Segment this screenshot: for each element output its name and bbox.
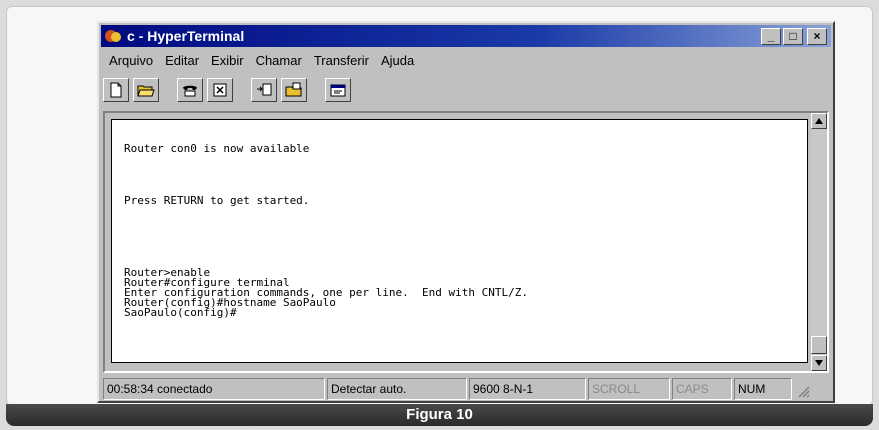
arrow-up-icon: [815, 118, 823, 124]
window-title: c - HyperTerminal: [127, 28, 245, 44]
menu-ajuda[interactable]: Ajuda: [375, 53, 420, 68]
properties-button[interactable]: [325, 78, 351, 102]
resize-grip-icon[interactable]: [794, 378, 812, 400]
terminal-line: Router con0 is now available: [124, 142, 310, 155]
menu-editar[interactable]: Editar: [159, 53, 205, 68]
properties-icon: [330, 84, 346, 97]
status-num: NUM: [734, 378, 792, 400]
menu-bar: Arquivo Editar Exibir Chamar Transferir …: [103, 49, 420, 71]
title-bar[interactable]: c - HyperTerminal _ □ ×: [101, 25, 831, 47]
open-folder-button[interactable]: [133, 78, 159, 102]
menu-chamar[interactable]: Chamar: [250, 53, 308, 68]
call-button[interactable]: [177, 78, 203, 102]
status-bar: 00:58:34 conectado Detectar auto. 9600 8…: [103, 378, 831, 400]
terminal-screen[interactable]: Router con0 is now available Press RETUR…: [111, 119, 808, 363]
send-button[interactable]: [251, 78, 277, 102]
status-caps: CAPS: [672, 378, 732, 400]
disconnect-icon: [213, 83, 227, 97]
terminal-frame: Router con0 is now available Press RETUR…: [103, 111, 829, 373]
vertical-scrollbar[interactable]: [811, 113, 827, 371]
send-icon: [257, 83, 272, 96]
hyperterminal-app-icon: [105, 28, 123, 44]
figure-frame: c - HyperTerminal _ □ × Arquivo Editar E…: [6, 6, 873, 406]
receive-button[interactable]: [281, 78, 307, 102]
toolbar: [103, 75, 351, 105]
terminal-line: Press RETURN to get started.: [124, 194, 310, 207]
open-folder-icon: [137, 85, 155, 97]
terminal-line: SaoPaulo(config)#: [124, 306, 237, 319]
figure-caption: Figura 10: [6, 404, 873, 426]
phone-call-icon: [183, 85, 197, 97]
receive-icon: [285, 82, 302, 97]
maximize-button[interactable]: □: [783, 28, 803, 45]
menu-transferir[interactable]: Transferir: [308, 53, 375, 68]
close-button[interactable]: ×: [807, 28, 827, 45]
menu-exibir[interactable]: Exibir: [205, 53, 250, 68]
status-scroll: SCROLL: [588, 378, 670, 400]
menu-arquivo[interactable]: Arquivo: [103, 53, 159, 68]
status-connection-time: 00:58:34 conectado: [103, 378, 325, 400]
status-port-settings: 9600 8-N-1: [469, 378, 586, 400]
scroll-up-button[interactable]: [811, 113, 827, 129]
new-document-icon: [110, 82, 122, 98]
new-document-button[interactable]: [103, 78, 129, 102]
hyperterminal-window: c - HyperTerminal _ □ × Arquivo Editar E…: [97, 21, 835, 403]
arrow-down-icon: [815, 360, 823, 366]
status-detect: Detectar auto.: [327, 378, 467, 400]
minimize-button[interactable]: _: [761, 28, 781, 45]
scrollbar-thumb[interactable]: [811, 336, 827, 354]
disconnect-button[interactable]: [207, 78, 233, 102]
scroll-down-button[interactable]: [811, 355, 827, 371]
